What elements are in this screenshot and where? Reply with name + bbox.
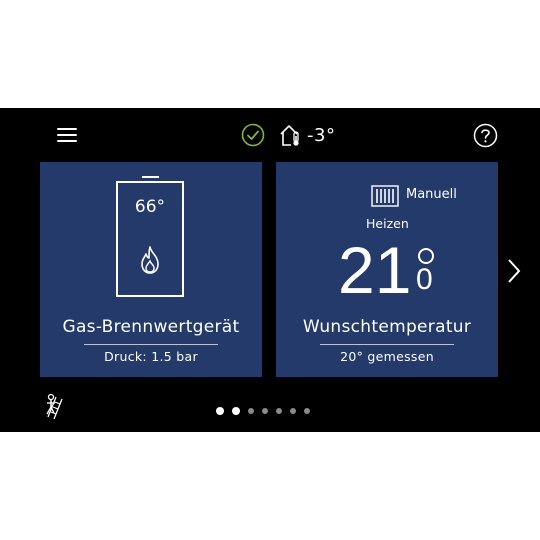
- page-indicator[interactable]: [216, 407, 310, 415]
- boiler-cap: [142, 176, 159, 178]
- boiler-temperature: 66°: [134, 197, 166, 217]
- chevron-right-icon[interactable]: [506, 258, 522, 284]
- divider: [320, 344, 454, 345]
- thermostat-screen: -3° 66° Gas-Brennwertgerät Druck: 1.5 ba…: [0, 108, 540, 432]
- help-icon[interactable]: [473, 123, 498, 148]
- mode-label: Manuell: [406, 187, 457, 202]
- menu-icon[interactable]: [57, 128, 77, 144]
- page-dot[interactable]: [304, 408, 310, 414]
- boiler-title: Gas-Brennwertgerät: [62, 317, 240, 337]
- boiler-card[interactable]: 66° Gas-Brennwertgerät Druck: 1.5 bar: [40, 162, 262, 377]
- heating-status: Heizen: [366, 216, 409, 231]
- page-dot[interactable]: [216, 407, 224, 415]
- outdoor-temperature-value: -3°: [307, 124, 336, 146]
- room-temperature-card[interactable]: Manuell Heizen 21 0 Wunschtemperatur 20°…: [276, 162, 498, 377]
- measured-temperature: 20° gemessen: [340, 349, 434, 364]
- page-dot[interactable]: [262, 408, 268, 414]
- setpoint-title: Wunschtemperatur: [302, 317, 472, 337]
- radiator-icon: [371, 185, 399, 207]
- setpoint-fraction: 0: [416, 263, 433, 296]
- boiler-pressure: Druck: 1.5 bar: [104, 349, 198, 364]
- page-dot[interactable]: [276, 408, 282, 414]
- divider: [84, 344, 218, 345]
- page-dot[interactable]: [248, 408, 254, 414]
- page-dot[interactable]: [232, 407, 240, 415]
- page-dot[interactable]: [290, 408, 296, 414]
- chimney-sweep-icon[interactable]: [42, 393, 66, 419]
- house-thermometer-icon: [280, 125, 299, 146]
- degree-symbol: [418, 248, 434, 264]
- check-circle-icon[interactable]: [241, 123, 265, 147]
- setpoint-value: 21: [338, 233, 412, 307]
- flame-icon: [141, 246, 159, 274]
- outdoor-temperature[interactable]: -3°: [279, 122, 335, 148]
